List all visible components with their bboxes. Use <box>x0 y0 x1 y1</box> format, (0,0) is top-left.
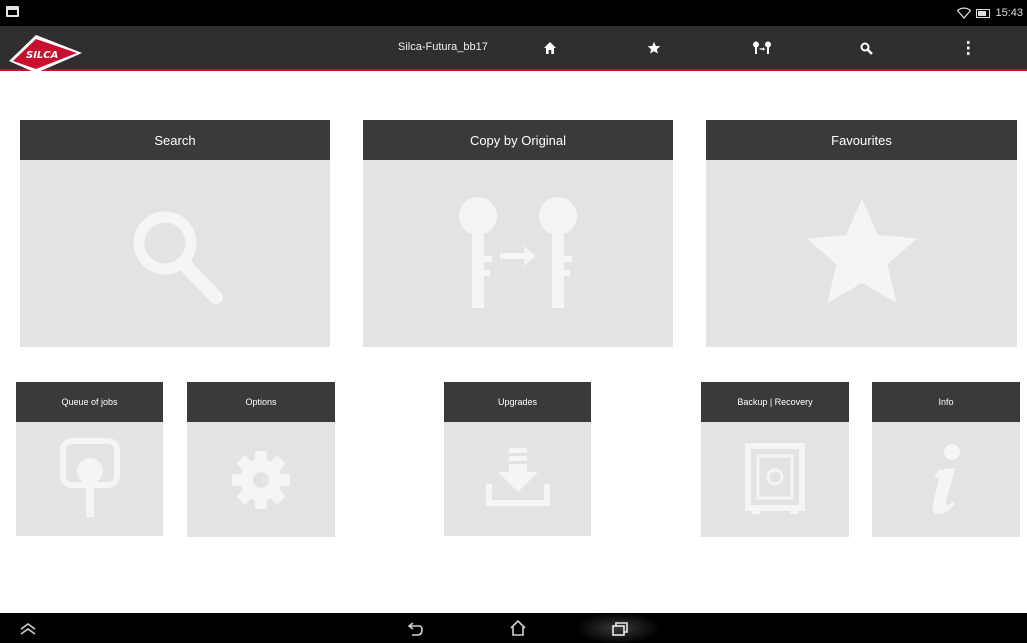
options-tile-header: Options <box>187 382 335 422</box>
queue-tile-label: Queue of jobs <box>61 397 118 407</box>
favourites-tile-label: Favourites <box>831 132 892 148</box>
status-time: 15:43 <box>995 7 1023 19</box>
search-icon[interactable] <box>857 40 875 56</box>
home-icon[interactable] <box>541 40 559 56</box>
star-icon <box>706 160 1017 347</box>
star-icon[interactable] <box>645 40 663 56</box>
notification-icon <box>6 6 19 17</box>
copy-tile-label: Copy by Original <box>469 132 567 148</box>
upgrades-tile[interactable]: Upgrades <box>444 382 591 536</box>
silca-logo: SILCA <box>6 31 84 75</box>
gear-icon <box>187 422 335 537</box>
search-icon <box>20 160 330 347</box>
copy-tile-header: Copy by Original <box>363 120 673 160</box>
options-tile[interactable]: Options <box>187 382 335 537</box>
info-icon <box>872 422 1020 537</box>
status-right: 15:43 <box>957 5 1023 21</box>
info-tile[interactable]: Info <box>872 382 1020 537</box>
wifi-icon <box>957 7 972 19</box>
search-tile-header: Search <box>20 120 330 160</box>
key-queue-icon <box>16 422 163 536</box>
upgrades-tile-label: Upgrades <box>497 397 538 407</box>
battery-icon <box>976 8 991 18</box>
info-tile-header: Info <box>872 382 1020 422</box>
recents-icon[interactable] <box>610 620 630 638</box>
upgrades-tile-header: Upgrades <box>444 382 591 422</box>
app-title: Silca-Futura_bb17 <box>398 41 488 53</box>
backup-tile-label: Backup | Recovery <box>737 397 813 407</box>
app-header: Silca-Futura_bb17 <box>0 26 1027 71</box>
status-bar: 15:43 <box>0 0 1027 26</box>
search-tile[interactable]: Search <box>20 120 330 347</box>
search-tile-label: Search <box>154 132 196 148</box>
favourites-tile[interactable]: Favourites <box>706 120 1017 347</box>
home-icon[interactable] <box>508 619 528 637</box>
info-tile-label: Info <box>938 397 954 407</box>
collapse-icon[interactable] <box>18 620 38 638</box>
queue-of-jobs-tile[interactable]: Queue of jobs <box>16 382 163 536</box>
options-tile-label: Options <box>245 397 277 407</box>
key-copy-icon <box>363 160 673 347</box>
download-icon <box>444 422 591 536</box>
safe-icon <box>701 422 849 537</box>
back-icon[interactable] <box>405 620 425 638</box>
more-vert-icon[interactable] <box>959 40 977 56</box>
keys-icon[interactable] <box>751 40 773 56</box>
copy-by-original-tile[interactable]: Copy by Original <box>363 120 673 347</box>
backup-recovery-tile[interactable]: Backup | Recovery <box>701 382 849 537</box>
logo-text: SILCA <box>26 50 58 61</box>
favourites-tile-header: Favourites <box>706 120 1017 160</box>
queue-tile-header: Queue of jobs <box>16 382 163 422</box>
backup-tile-header: Backup | Recovery <box>701 382 849 422</box>
